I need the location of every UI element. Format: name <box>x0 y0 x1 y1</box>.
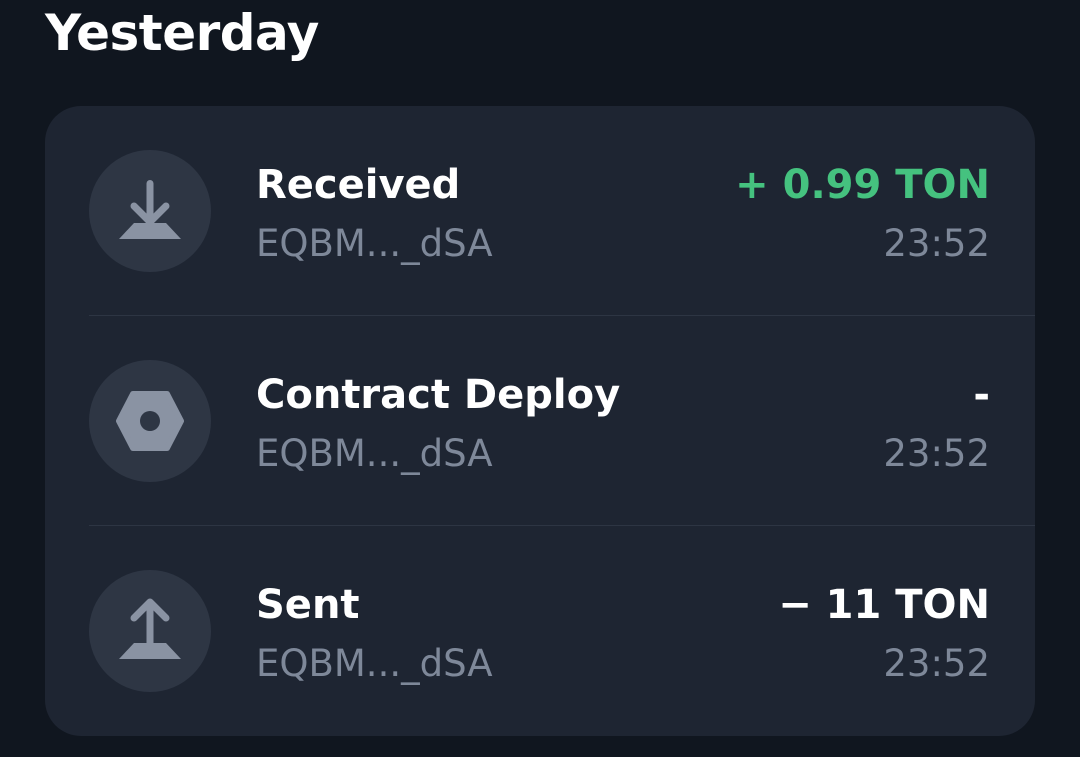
transactions-card: Received EQBM..._dSA + 0.99 TON 23:52 Co… <box>45 106 1035 736</box>
transaction-address: EQBM..._dSA <box>256 642 493 685</box>
transaction-row-received[interactable]: Received EQBM..._dSA + 0.99 TON 23:52 <box>45 106 1035 316</box>
transactions-page: Yesterday Received EQBM..._dSA + 0.99 TO… <box>0 0 1080 757</box>
transaction-address: EQBM..._dSA <box>256 432 493 475</box>
transaction-type: Received <box>256 162 461 208</box>
transaction-type: Contract Deploy <box>256 372 621 418</box>
arrow-down-icon <box>89 150 211 272</box>
transaction-address: EQBM..._dSA <box>256 222 493 265</box>
hexagon-nut-icon <box>89 360 211 482</box>
section-title-yesterday: Yesterday <box>45 4 319 62</box>
transaction-amount: - <box>973 372 990 418</box>
transaction-time: 23:52 <box>883 432 990 475</box>
transaction-type: Sent <box>256 582 360 628</box>
transaction-time: 23:52 <box>883 642 990 685</box>
transaction-amount: − 11 TON <box>778 582 990 628</box>
transaction-amount: + 0.99 TON <box>735 162 990 208</box>
transaction-row-sent[interactable]: Sent EQBM..._dSA − 11 TON 23:52 <box>45 526 1035 736</box>
arrow-up-icon <box>89 570 211 692</box>
transaction-time: 23:52 <box>883 222 990 265</box>
transaction-row-contract-deploy[interactable]: Contract Deploy EQBM..._dSA - 23:52 <box>45 316 1035 526</box>
